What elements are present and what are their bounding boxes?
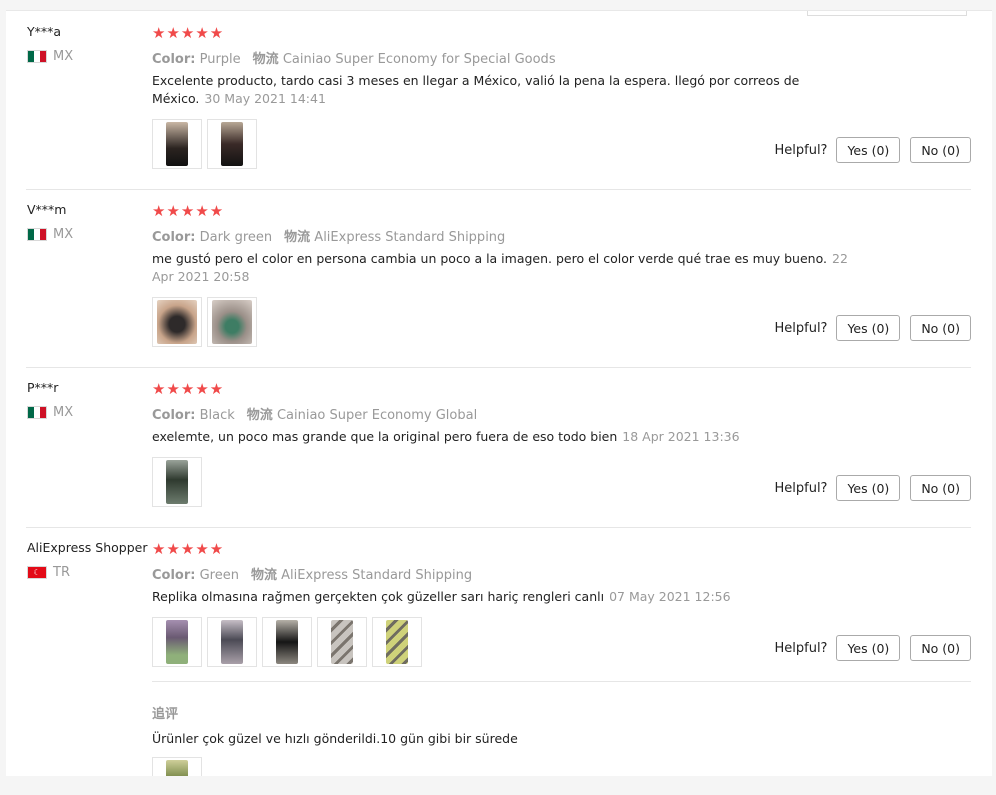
- review-photo[interactable]: [152, 119, 202, 169]
- helpful-label: Helpful?: [774, 640, 828, 656]
- review-date: 07 May 2021 12:56: [609, 589, 731, 604]
- color-value: Dark green: [199, 230, 273, 245]
- review-item: AliExpress Shopper ☾ TR ★★★★★ Color: Gre…: [26, 540, 971, 776]
- color-label: Color:: [152, 568, 196, 583]
- turkey-flag-icon: ☾: [27, 566, 47, 579]
- reviewer-country: MX: [27, 227, 73, 242]
- reviews-panel: Y***a MX ★★★★★ Color: Purple 物流 Cainiao S…: [6, 10, 992, 776]
- review-photo[interactable]: [152, 617, 202, 667]
- review-photo[interactable]: [152, 297, 202, 347]
- review-body: exelemte, un poco mas grande que la orig…: [152, 429, 618, 444]
- country-code: MX: [53, 405, 74, 420]
- helpful-no-button[interactable]: No (0): [910, 475, 971, 501]
- sort-select[interactable]: [807, 11, 967, 16]
- review-item: Y***a MX ★★★★★ Color: Purple 物流 Cainiao S…: [26, 24, 971, 190]
- mexico-flag-icon: [27, 50, 47, 63]
- color-label: Color:: [152, 230, 196, 245]
- review-text: exelemte, un poco mas grande que la orig…: [152, 428, 862, 446]
- country-code: MX: [53, 49, 74, 64]
- helpful-controls: Helpful? Yes (0) No (0): [774, 635, 971, 661]
- review-photo[interactable]: [207, 119, 257, 169]
- review-text: Replika olmasına rağmen gerçekten çok gü…: [152, 588, 862, 606]
- review-text: me gustó pero el color en persona cambia…: [152, 250, 862, 286]
- reviewer-country: ☾ TR: [27, 565, 70, 580]
- color-label: Color:: [152, 52, 196, 67]
- review-photo[interactable]: [207, 617, 257, 667]
- helpful-yes-button[interactable]: Yes (0): [836, 635, 901, 661]
- followup-title: 追评: [152, 707, 179, 722]
- shipping-value: Cainiao Super Economy for Special Goods: [282, 52, 556, 67]
- followup-divider: [152, 681, 971, 682]
- reviewer-name: AliExpress Shopper: [27, 540, 148, 555]
- review-meta: Color: Green 物流 AliExpress Standard Shipp…: [152, 564, 472, 583]
- review-photo[interactable]: [152, 757, 202, 776]
- followup-photos: [152, 757, 202, 776]
- review-photos: [152, 297, 257, 347]
- review-body: Replika olmasına rağmen gerçekten çok gü…: [152, 589, 605, 604]
- color-value: Green: [199, 568, 239, 583]
- reviewer-country: MX: [27, 405, 73, 420]
- shipping-value: Cainiao Super Economy Global: [276, 408, 478, 423]
- helpful-controls: Helpful? Yes (0) No (0): [774, 315, 971, 341]
- shipping-label: 物流: [250, 568, 277, 583]
- review-photo[interactable]: [207, 297, 257, 347]
- review-date: 18 Apr 2021 13:36: [622, 429, 740, 444]
- helpful-yes-button[interactable]: Yes (0): [836, 475, 901, 501]
- review-meta: Color: Dark green 物流 AliExpress Standard …: [152, 226, 505, 245]
- review-photo[interactable]: [317, 617, 367, 667]
- helpful-yes-button[interactable]: Yes (0): [836, 315, 901, 341]
- reviewer-name: Y***a: [27, 24, 62, 39]
- helpful-no-button[interactable]: No (0): [910, 315, 971, 341]
- shipping-label: 物流: [284, 230, 311, 245]
- star-rating: ★★★★★: [152, 540, 225, 558]
- review-meta: Color: Purple 物流 Cainiao Super Economy fo…: [152, 48, 556, 67]
- followup-text: Ürünler çok güzel ve hızlı gönderildi.10…: [152, 731, 518, 746]
- helpful-label: Helpful?: [774, 480, 828, 496]
- helpful-yes-button[interactable]: Yes (0): [836, 137, 901, 163]
- review-photos: [152, 617, 422, 667]
- shipping-value: AliExpress Standard Shipping: [281, 568, 473, 583]
- helpful-controls: Helpful? Yes (0) No (0): [774, 475, 971, 501]
- star-rating: ★★★★★: [152, 380, 225, 398]
- helpful-no-button[interactable]: No (0): [910, 635, 971, 661]
- color-value: Purple: [199, 52, 241, 67]
- review-photo[interactable]: [152, 457, 202, 507]
- color-label: Color:: [152, 408, 196, 423]
- review-photos: [152, 119, 257, 169]
- country-code: MX: [53, 227, 74, 242]
- star-rating: ★★★★★: [152, 202, 225, 220]
- reviewer-name: P***r: [27, 380, 59, 395]
- color-value: Black: [199, 408, 235, 423]
- reviewer-country: MX: [27, 49, 73, 64]
- shipping-label: 物流: [252, 52, 279, 67]
- shipping-value: AliExpress Standard Shipping: [314, 230, 506, 245]
- review-date: 30 May 2021 14:41: [204, 91, 326, 106]
- helpful-no-button[interactable]: No (0): [910, 137, 971, 163]
- review-photos: [152, 457, 202, 507]
- review-text: Excelente producto, tardo casi 3 meses e…: [152, 72, 862, 108]
- review-meta: Color: Black 物流 Cainiao Super Economy Glo…: [152, 404, 477, 423]
- mexico-flag-icon: [27, 228, 47, 241]
- country-code: TR: [53, 565, 70, 580]
- mexico-flag-icon: [27, 406, 47, 419]
- helpful-label: Helpful?: [774, 320, 828, 336]
- star-rating: ★★★★★: [152, 24, 225, 42]
- helpful-label: Helpful?: [774, 142, 828, 158]
- shipping-label: 物流: [246, 408, 273, 423]
- reviewer-name: V***m: [27, 202, 67, 217]
- helpful-controls: Helpful? Yes (0) No (0): [774, 137, 971, 163]
- review-item: V***m MX ★★★★★ Color: Dark green 物流 AliEx…: [26, 202, 971, 368]
- review-photo[interactable]: [372, 617, 422, 667]
- review-item: P***r MX ★★★★★ Color: Black 物流 Cainiao Su…: [26, 380, 971, 528]
- review-photo[interactable]: [262, 617, 312, 667]
- review-body: me gustó pero el color en persona cambia…: [152, 251, 827, 266]
